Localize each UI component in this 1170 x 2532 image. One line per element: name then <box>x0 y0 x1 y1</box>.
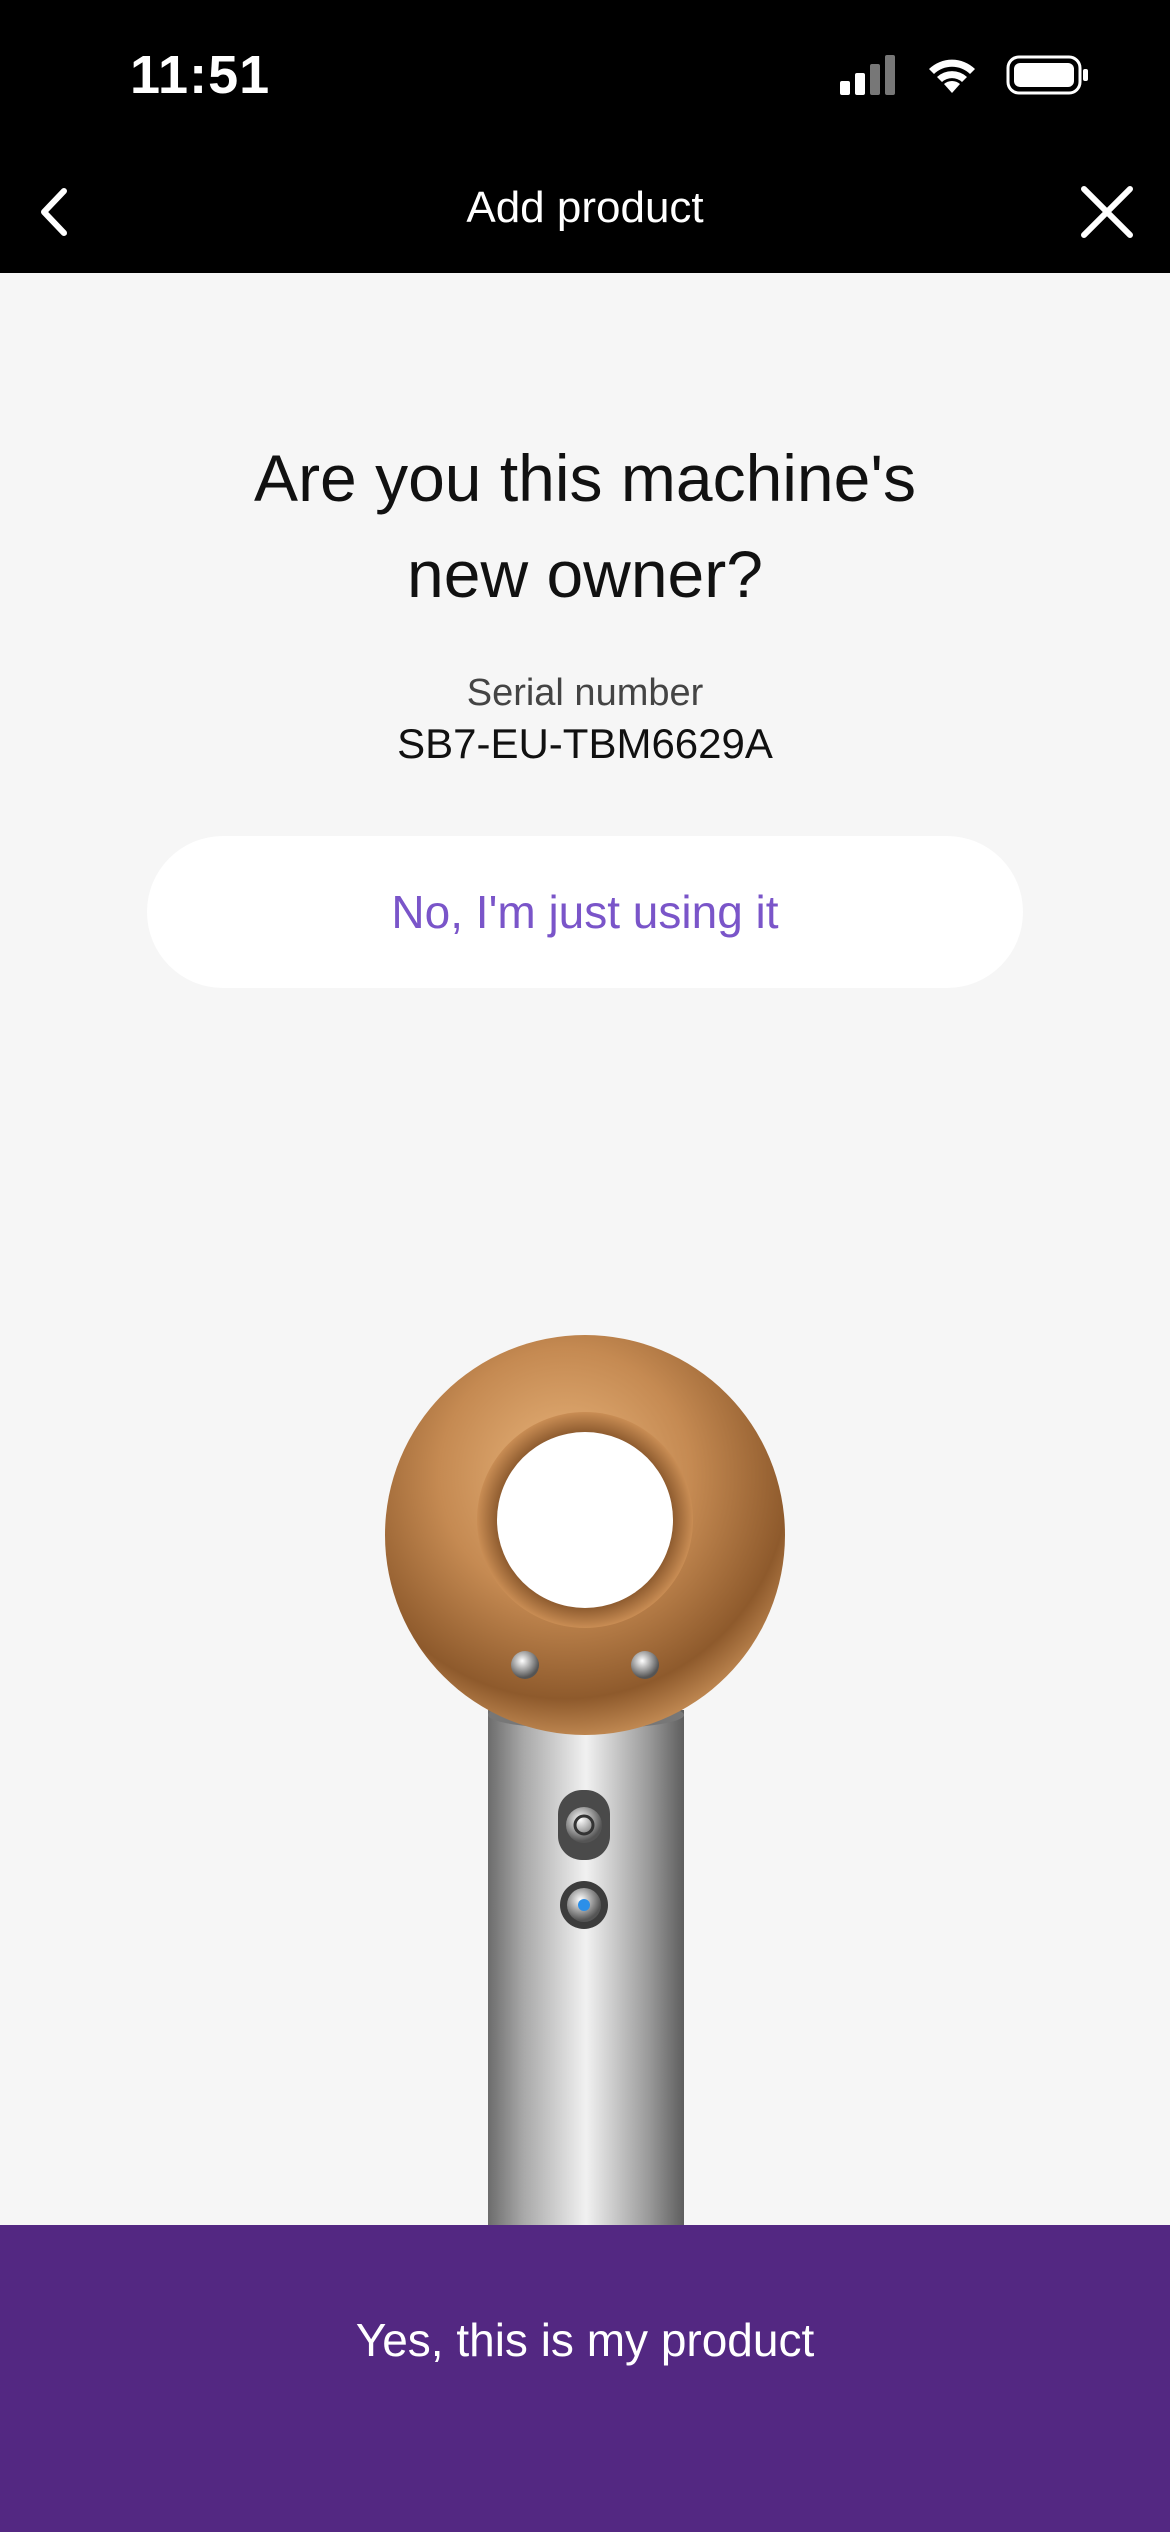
page-title: Are you this machine's new owner? <box>0 430 1170 622</box>
hair-dryer-image <box>385 1335 785 2225</box>
question-line-2: new owner? <box>407 537 763 611</box>
close-icon[interactable] <box>1072 177 1142 247</box>
confirm-owner-button[interactable]: Yes, this is my product <box>0 2225 1170 2532</box>
serial-label: Serial number <box>466 672 704 714</box>
nav-title: Add product <box>466 183 704 232</box>
status-bar: 11:51 <box>0 0 1170 155</box>
status-icons <box>838 54 1090 96</box>
question-line-1: Are you this machine's <box>254 441 916 515</box>
signal-icon <box>840 55 895 95</box>
just-using-button[interactable]: No, I'm just using it <box>147 836 1023 988</box>
nav-bar: Add product <box>0 155 1170 273</box>
serial-value: SB7-EU-TBM6629A <box>397 720 773 767</box>
battery-icon <box>1006 55 1088 95</box>
wifi-icon <box>929 59 975 93</box>
status-time: 11:51 <box>130 45 271 105</box>
